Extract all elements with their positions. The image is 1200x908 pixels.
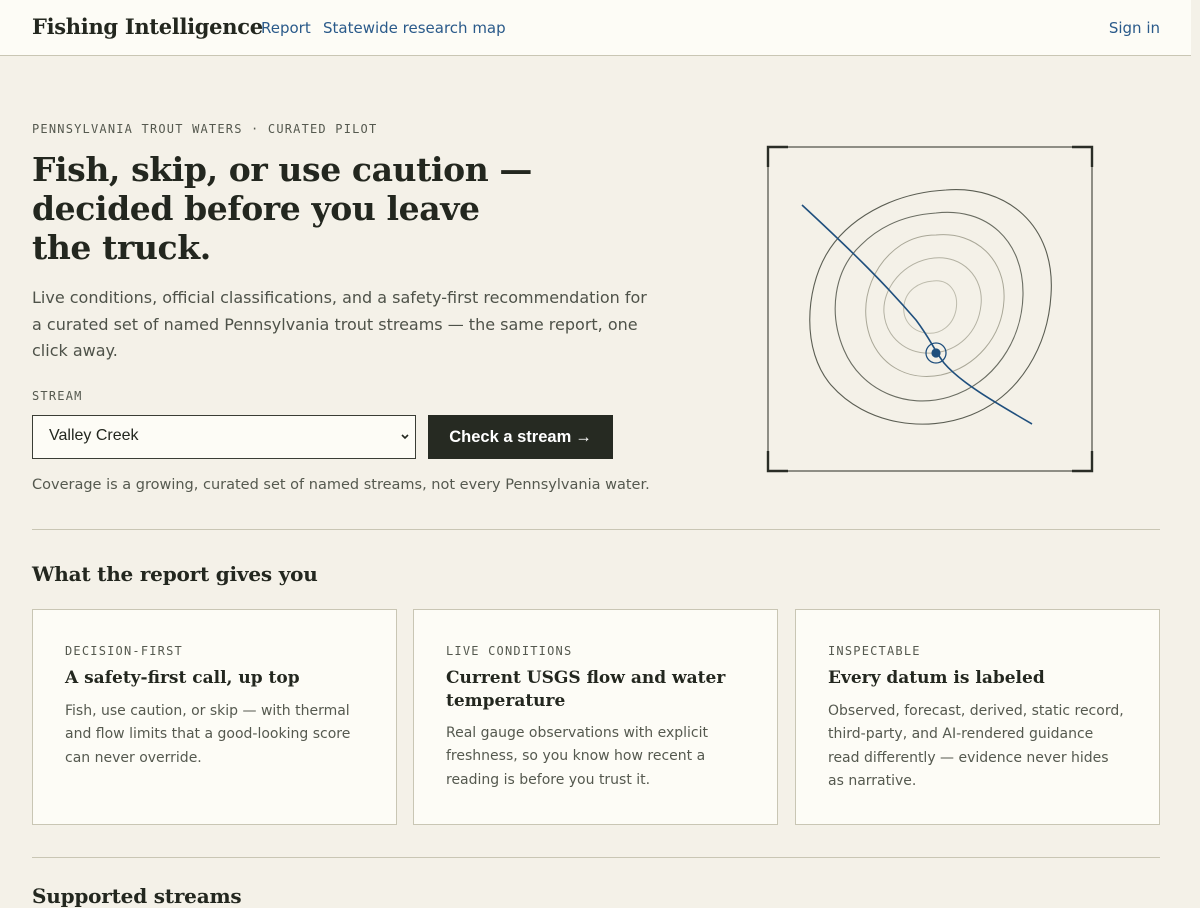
supported-streams-title: Supported streams [32,884,242,908]
hero-lead: Live conditions, official classification… [32,288,647,360]
contour-line-outer [809,189,1052,425]
arrow-right-icon: → [575,427,592,446]
stream-select-value: Valley Creek [49,427,139,444]
features-section-title: What the report gives you [32,562,318,586]
check-stream-button[interactable]: Check a stream → [428,415,613,459]
contour-map-illustration [766,145,1094,473]
card-eyebrow: INSPECTABLE [828,644,921,658]
check-stream-button-label: Check a stream [449,427,572,446]
card-eyebrow: DECISION-FIRST [65,644,183,658]
gauge-marker-dot [931,348,941,358]
card-body: Observed, forecast, derived, static reco… [828,703,1124,789]
card-eyebrow: LIVE CONDITIONS [446,644,573,658]
feature-card-live-conditions: LIVE CONDITIONS Current USGS flow and wa… [413,609,778,825]
stream-select[interactable]: Valley Creek [32,415,416,459]
map-frame [767,146,1093,472]
feature-card-inspectable: INSPECTABLE Every datum is labeled Obser… [795,609,1160,825]
map-corner-marks [766,145,1094,473]
card-body: Real gauge observations with explicit fr… [446,725,709,788]
card-body: Fish, use caution, or skip — with therma… [65,703,351,766]
card-title: Current USGS flow and water temperature [446,668,726,711]
contour-line-4 [883,257,982,354]
feature-card-decision-first: DECISION-FIRST A safety-first call, up t… [32,609,397,825]
nav-link-statewide-map[interactable]: Statewide research map [323,19,506,37]
top-navigation-bar: Fishing Intelligence Report Statewide re… [0,0,1191,56]
chevron-down-icon [399,427,411,450]
sign-in-link[interactable]: Sign in [1109,19,1160,37]
hero-title: Fish, skip, or use caution — decided bef… [32,150,533,267]
nav-link-report[interactable]: Report [261,19,311,37]
card-title: A safety-first call, up top [65,668,300,688]
card-title: Every datum is labeled [828,668,1045,688]
coverage-note: Coverage is a growing, curated set of na… [32,477,650,493]
contour-line-2 [834,211,1024,402]
section-divider [32,529,1160,530]
contour-line-inner [903,280,958,334]
hero-eyebrow: PENNSYLVANIA TROUT WATERS · CURATED PILO… [32,122,378,136]
brand-logo[interactable]: Fishing Intelligence [32,14,263,39]
contour-lines [809,189,1052,425]
section-divider [32,857,1160,858]
stream-field-label: STREAM [32,389,83,403]
